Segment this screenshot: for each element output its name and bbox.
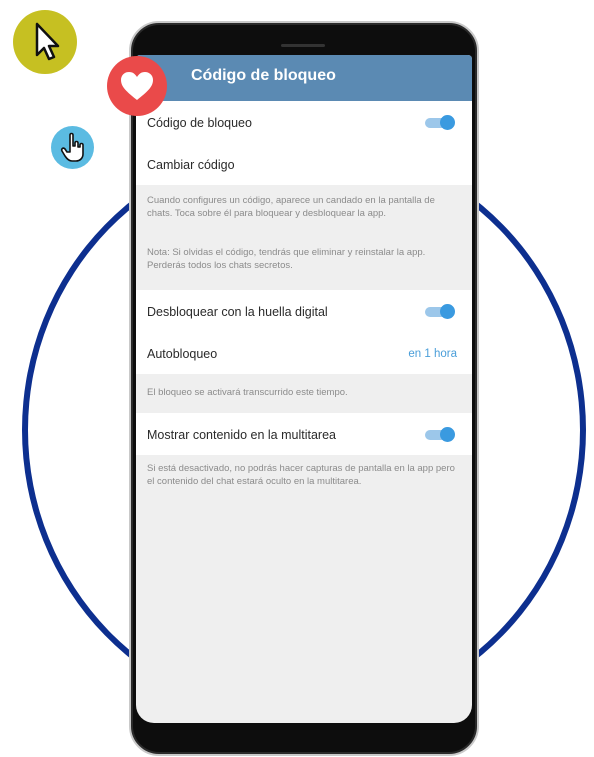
- fingerprint-toggle[interactable]: [425, 304, 455, 319]
- hand-bubble: [51, 126, 94, 169]
- multitask-row[interactable]: Mostrar contenido en la multitarea: [136, 413, 472, 455]
- phone-frame: Código de bloqueo Código de bloqueo Camb…: [129, 21, 479, 756]
- fingerprint-label: Desbloquear con la huella digital: [147, 305, 328, 319]
- multitask-label: Mostrar contenido en la multitarea: [147, 428, 336, 442]
- cursor-bubble: [13, 10, 77, 74]
- autolock-info-text: El bloqueo se activará transcurrido este…: [147, 387, 348, 398]
- autolock-row[interactable]: Autobloqueo en 1 hora: [136, 332, 472, 374]
- multitask-toggle[interactable]: [425, 427, 455, 442]
- lock-info-text: Cuando configures un código, aparece un …: [147, 195, 435, 219]
- passcode-lock-toggle[interactable]: [425, 115, 455, 130]
- multitask-info-text: Si está desactivado, no podrás hacer cap…: [147, 463, 455, 487]
- hand-pointer-icon: [60, 132, 84, 162]
- cursor-arrow-icon: [35, 22, 60, 61]
- change-passcode-label: Cambiar código: [147, 158, 235, 172]
- toggle-knob: [440, 304, 455, 319]
- app-bar: Código de bloqueo: [136, 55, 472, 101]
- passcode-lock-label: Código de bloqueo: [147, 116, 252, 130]
- toggle-knob: [440, 115, 455, 130]
- heart-bubble: [107, 56, 167, 116]
- page-title: Código de bloqueo: [191, 67, 336, 84]
- speaker-grille: [281, 44, 325, 47]
- heart-icon: [121, 72, 153, 100]
- passcode-lock-row[interactable]: Código de bloqueo: [136, 101, 472, 143]
- toggle-knob: [440, 427, 455, 442]
- autolock-value[interactable]: en 1 hora: [408, 348, 457, 360]
- autolock-label: Autobloqueo: [147, 347, 218, 361]
- app-screen: Código de bloqueo Código de bloqueo Camb…: [136, 55, 472, 723]
- fingerprint-row[interactable]: Desbloquear con la huella digital: [136, 290, 472, 332]
- change-passcode-row[interactable]: Cambiar código: [136, 143, 472, 185]
- lock-warning-text: Nota: Si olvidas el código, tendrás que …: [147, 247, 426, 271]
